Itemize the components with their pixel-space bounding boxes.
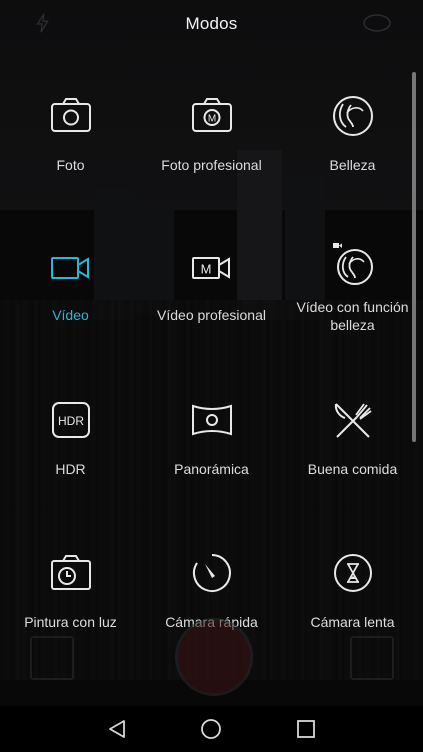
camera-icon [50,98,91,132]
mode-hdr[interactable]: HDR HDR [0,396,141,478]
pro-camera-icon: M [191,98,232,132]
mode-video[interactable]: Vídeo [0,244,141,324]
mode-pintura-con-luz[interactable]: Pintura con luz [0,549,141,631]
beauty-video-icon [332,243,373,285]
pro-letter: M [200,262,211,277]
mode-label: Buena comida [307,461,398,477]
mode-label: Panorámica [174,461,249,477]
time-lapse-icon [192,554,231,592]
home-icon[interactable] [200,718,222,740]
mode-buena-comida[interactable]: Buena comida [282,396,423,478]
mode-label: Vídeo profesional [157,307,266,323]
mode-foto[interactable]: Foto [0,92,141,174]
mode-belleza[interactable]: Belleza [282,92,423,174]
gallery-thumbnail [30,636,74,680]
mode-video-belleza[interactable]: Vídeo con función belleza [282,240,423,334]
mode-video-profesional[interactable]: M Vídeo profesional [141,244,282,324]
recents-icon[interactable] [295,718,317,740]
light-painting-icon [50,555,91,590]
page-title: Modos [185,14,238,33]
hdr-text: HDR [58,414,84,428]
mode-label: Belleza [329,157,376,173]
beauty-face-icon [332,96,373,136]
mode-label: Vídeo [52,307,89,323]
mode-label: Foto [56,157,85,173]
mode-foto-profesional[interactable]: M Foto profesional [141,92,282,174]
pro-video-icon: M [191,257,230,279]
panorama-icon [191,404,232,436]
pro-letter: M [207,114,215,125]
mode-panoramica[interactable]: Panorámica [141,396,282,478]
mode-label: Cámara lenta [310,614,395,630]
slow-motion-icon [333,554,372,592]
fork-knife-icon [334,403,372,438]
hdr-icon: HDR [51,402,90,438]
back-icon[interactable] [106,718,128,740]
mode-label: Foto profesional [161,157,262,173]
shutter-button [175,618,253,696]
mode-label: HDR [55,461,86,477]
mode-label: Vídeo con función belleza [296,299,409,333]
switch-camera-icon [350,636,394,680]
video-camera-icon [50,257,89,279]
mode-camara-lenta[interactable]: Cámara lenta [282,549,423,631]
navigation-bar [0,706,423,752]
mode-label: Pintura con luz [24,614,117,630]
